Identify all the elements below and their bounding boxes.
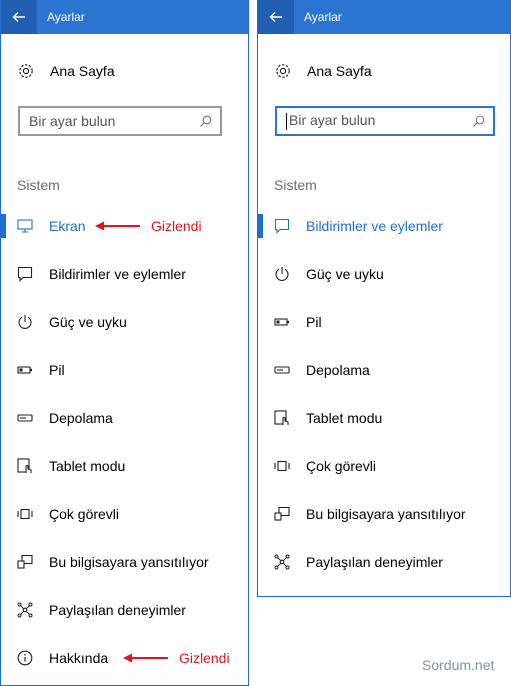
battery-icon	[274, 317, 296, 327]
back-arrow-icon	[12, 12, 25, 22]
nav-item-label: Çok görevli	[306, 458, 377, 474]
info-icon	[17, 650, 39, 666]
nav-item-tablet-modu[interactable]: Tablet modu	[258, 394, 510, 442]
power-icon	[274, 266, 296, 282]
battery-icon	[17, 365, 39, 375]
text-caret	[286, 112, 287, 130]
nav-item-label: Hakkında	[49, 650, 109, 666]
search-input[interactable]: Bir ayar bulun	[18, 106, 222, 136]
nav-item-label: Bildirimler ve eylemler	[49, 266, 186, 282]
nav-item-label: Depolama	[306, 362, 370, 378]
nav-item-bildirimler[interactable]: Bildirimler ve eylemler	[1, 250, 248, 298]
nav-item-depolama[interactable]: Depolama	[1, 394, 248, 442]
back-arrow-icon	[269, 12, 282, 22]
settings-window-left: Ayarlar Ana Sayfa Bir ayar bulun Sistem …	[0, 0, 249, 686]
projecting-icon	[17, 554, 39, 570]
section-label: Sistem	[274, 177, 317, 193]
gear-icon	[17, 62, 39, 80]
storage-icon	[17, 413, 39, 423]
back-button[interactable]	[258, 0, 294, 34]
title-bar: Ayarlar	[258, 0, 510, 34]
nav-item-yansitma[interactable]: Bu bilgisayara yansıtılıyor	[1, 538, 248, 586]
red-arrow-icon	[123, 653, 168, 663]
back-button[interactable]	[1, 0, 37, 34]
nav-item-tablet-modu[interactable]: Tablet modu	[1, 442, 248, 490]
home-label: Ana Sayfa	[50, 63, 115, 79]
nav-list: Bildirimler ve eylemler Güç ve uyku Pil …	[258, 202, 510, 586]
nav-item-label: Paylaşılan deneyimler	[49, 602, 186, 618]
search-icon	[200, 115, 212, 127]
nav-item-label: Çok görevli	[49, 506, 120, 522]
nav-item-label: Ekran	[49, 218, 86, 234]
nav-item-ekran[interactable]: Ekran Gizlendi	[1, 202, 248, 250]
multitasking-icon	[17, 508, 39, 520]
nav-item-label: Paylaşılan deneyimler	[306, 554, 443, 570]
storage-icon	[274, 365, 296, 375]
search-icon	[473, 115, 485, 127]
tablet-mode-icon	[17, 458, 39, 474]
nav-item-guc-ve-uyku[interactable]: Güç ve uyku	[1, 298, 248, 346]
home-label: Ana Sayfa	[307, 63, 372, 79]
nav-item-label: Pil	[306, 314, 322, 330]
red-arrow-icon	[95, 221, 140, 231]
nav-item-pil[interactable]: Pil	[1, 346, 248, 394]
nav-item-label: Güç ve uyku	[306, 266, 384, 282]
search-placeholder: Bir ayar bulun	[29, 113, 116, 129]
gear-icon	[274, 62, 296, 80]
nav-item-label: Pil	[49, 362, 65, 378]
title-bar: Ayarlar	[1, 0, 248, 34]
home-link[interactable]: Ana Sayfa	[274, 62, 372, 80]
shared-experiences-icon	[274, 554, 296, 570]
nav-list: Ekran Gizlendi Bildirimler ve eylemler G…	[1, 202, 248, 682]
home-link[interactable]: Ana Sayfa	[17, 62, 115, 80]
nav-item-bildirimler[interactable]: Bildirimler ve eylemler	[258, 202, 510, 250]
window-title: Ayarlar	[47, 10, 85, 24]
nav-item-label: Bu bilgisayara yansıtılıyor	[306, 506, 466, 522]
nav-item-yansitma[interactable]: Bu bilgisayara yansıtılıyor	[258, 490, 510, 538]
nav-item-label: Depolama	[49, 410, 113, 426]
nav-item-guc-ve-uyku[interactable]: Güç ve uyku	[258, 250, 510, 298]
notification-icon	[17, 266, 39, 282]
watermark: Sordum.net	[422, 657, 495, 673]
nav-item-paylasilan-deneyimler[interactable]: Paylaşılan deneyimler	[258, 538, 510, 586]
notification-icon	[274, 218, 296, 234]
nav-item-label: Güç ve uyku	[49, 314, 127, 330]
nav-item-label: Tablet modu	[306, 410, 383, 426]
search-placeholder: Bir ayar bulun	[289, 112, 376, 129]
nav-item-label: Tablet modu	[49, 458, 126, 474]
nav-item-label: Bildirimler ve eylemler	[306, 218, 443, 234]
annotation-text: Gizlendi	[179, 650, 230, 666]
nav-item-cok-gorevli[interactable]: Çok görevli	[258, 442, 510, 490]
window-title: Ayarlar	[304, 10, 342, 24]
projecting-icon	[274, 506, 296, 522]
power-icon	[17, 314, 39, 330]
search-input[interactable]: Bir ayar bulun	[275, 106, 495, 136]
section-label: Sistem	[17, 177, 60, 193]
nav-item-pil[interactable]: Pil	[258, 298, 510, 346]
nav-item-cok-gorevli[interactable]: Çok görevli	[1, 490, 248, 538]
multitasking-icon	[274, 460, 296, 472]
nav-item-label: Bu bilgisayara yansıtılıyor	[49, 554, 209, 570]
tablet-mode-icon	[274, 410, 296, 426]
nav-item-paylasilan-deneyimler[interactable]: Paylaşılan deneyimler	[1, 586, 248, 634]
hidden-annotation: Gizlendi	[123, 650, 230, 666]
hidden-annotation: Gizlendi	[95, 218, 202, 234]
shared-experiences-icon	[17, 602, 39, 618]
settings-window-right: Ayarlar Ana Sayfa Bir ayar bulun Sistem …	[257, 0, 511, 597]
monitor-icon	[17, 219, 39, 233]
annotation-text: Gizlendi	[151, 218, 202, 234]
nav-item-hakkinda[interactable]: Hakkında Gizlendi	[1, 634, 248, 682]
nav-item-depolama[interactable]: Depolama	[258, 346, 510, 394]
